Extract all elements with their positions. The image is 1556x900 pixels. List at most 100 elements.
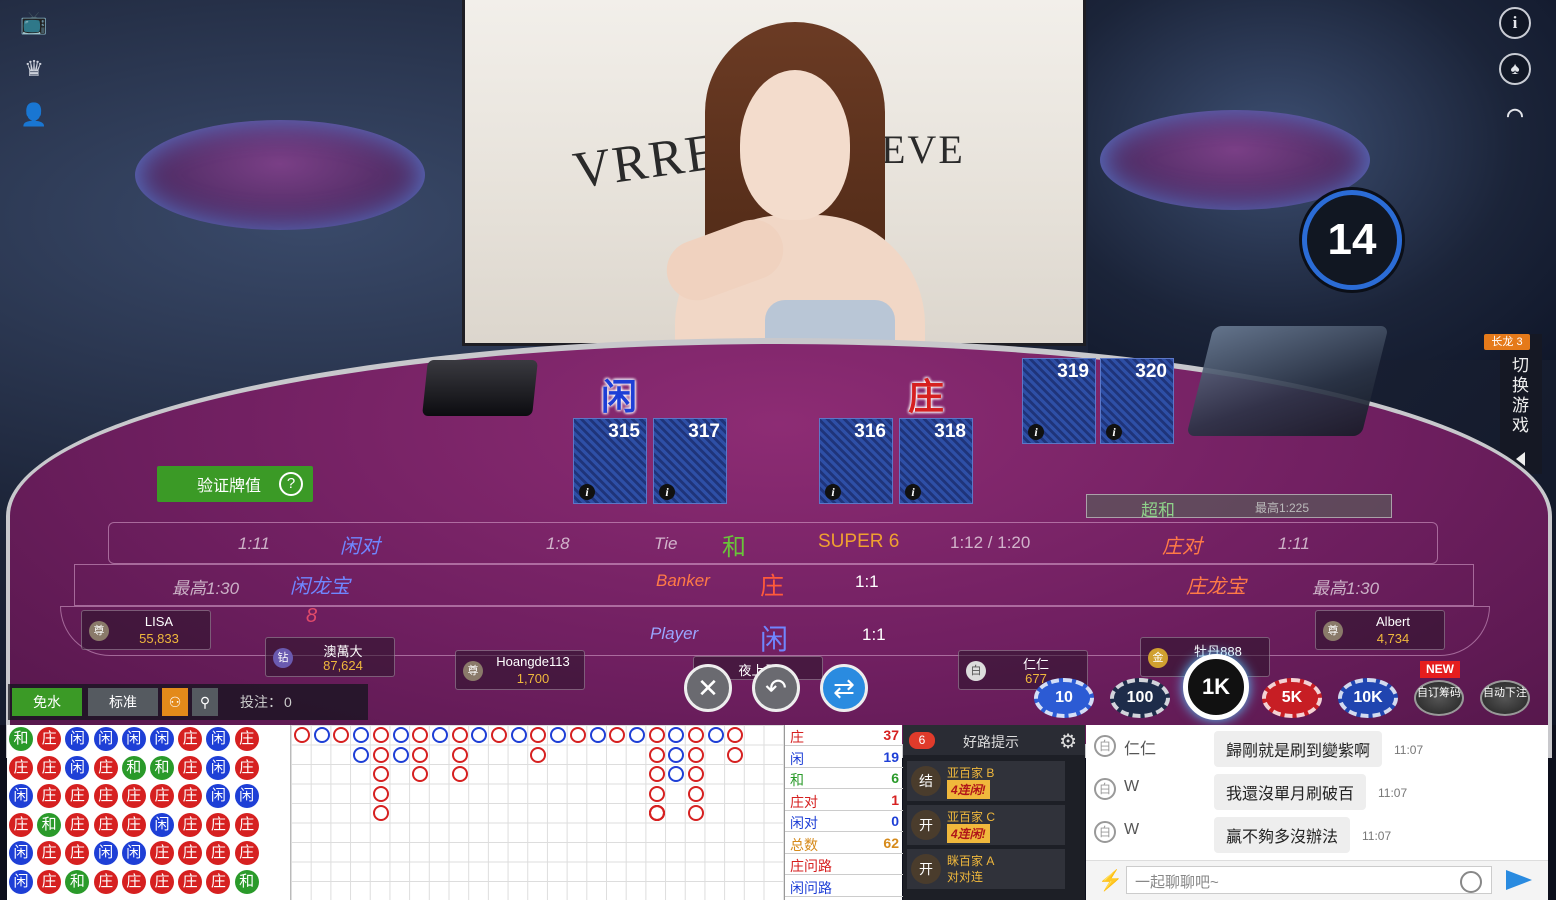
verify-card-value-button[interactable]: 验证牌值 ?: [157, 466, 313, 502]
chat-panel: 白仁仁 歸剛就是刷到變紫啊 11:07 白 W 我還沒單月刷破百 11:07 白 W 贏不夠多沒辦…: [1086, 725, 1548, 900]
banker-pair-bet[interactable]: 庄对: [1162, 530, 1202, 559]
bead-road-cell: 庄: [93, 755, 118, 780]
card-shoe: [1186, 326, 1389, 436]
stat-row: 和6: [785, 768, 903, 789]
bead-road-cell: 闲: [93, 727, 118, 751]
card-info-icon[interactable]: i: [905, 484, 921, 500]
bead-road-cell: 闲: [206, 784, 231, 808]
custom-chips-button[interactable]: 自订筹码: [1414, 680, 1464, 716]
bead-road-cell: 庄: [178, 727, 203, 751]
total-bet-label: 投注：: [240, 694, 282, 710]
super-six-bet[interactable]: SUPER 6: [818, 531, 899, 553]
lightning-icon[interactable]: ⚡: [1098, 868, 1123, 893]
bead-road-cell: 庄: [9, 755, 33, 780]
auto-bet-button[interactable]: 自动下注: [1480, 680, 1530, 716]
banker-dragon-bonus-bet[interactable]: 庄龙宝: [1186, 570, 1246, 599]
cancel-bet-button[interactable]: ✕: [684, 664, 732, 712]
card-info-icon[interactable]: i: [579, 484, 595, 500]
undo-button[interactable]: ↶: [752, 664, 800, 712]
tie-bet[interactable]: 和: [722, 527, 746, 562]
banker-card[interactable]: 316 i: [819, 418, 893, 504]
player-dragon-max: 最高1:30: [172, 579, 240, 598]
banker-label-en: Banker: [656, 571, 710, 590]
single-user-icon[interactable]: ⚲: [192, 688, 218, 716]
user-icon[interactable]: 👤: [10, 92, 58, 138]
card-info-icon[interactable]: i: [1028, 424, 1044, 440]
info-button[interactable]: i: [1488, 0, 1542, 46]
card-info-icon[interactable]: i: [659, 484, 675, 500]
big-road-mark: [372, 727, 389, 743]
big-road-mark: [648, 805, 665, 821]
stat-row[interactable]: 庄问路: [785, 854, 903, 875]
stat-row[interactable]: 闲问路: [785, 876, 903, 897]
player-seat: 尊 LISA 55,833: [81, 610, 211, 650]
big-road-mark: [451, 727, 468, 743]
banker-card[interactable]: 318 i: [899, 418, 973, 504]
road-maps: 和庄闲闲闲闲庄闲庄庄庄闲庄和和庄闲庄闲庄庄庄庄庄庄闲闲庄和庄庄庄闲庄庄庄闲庄庄闲…: [7, 725, 903, 900]
good-road-item[interactable]: 结亚百家 B 4连闲!: [907, 761, 1065, 801]
stat-row: 庄 37: [785, 725, 903, 746]
rebet-button[interactable]: ⇄: [820, 664, 868, 712]
big-road: [291, 725, 784, 900]
chat-time: 11:07: [1394, 743, 1424, 757]
chat-input[interactable]: 一起聊聊吧~: [1126, 866, 1492, 894]
big-road-mark: [412, 766, 429, 782]
tie-label-en: Tie: [654, 534, 678, 553]
stat-row: 庄对 1: [785, 790, 903, 811]
bead-road-cell: 庄: [65, 841, 90, 865]
chat-bubble: 我還沒單月刷破百: [1214, 774, 1367, 810]
big-road-mark: [668, 727, 685, 743]
extra-card[interactable]: 319 i: [1022, 358, 1096, 444]
tie-odds: 1:8: [546, 534, 570, 553]
super-tie-zone[interactable]: 超和 最高1:225: [1086, 494, 1392, 520]
bead-road-cell: 庄: [93, 784, 118, 808]
standard-button[interactable]: 标准: [88, 688, 158, 716]
player-pair-odds: 1:11: [238, 534, 270, 553]
bead-road-cell: 庄: [206, 812, 231, 837]
chip-1k[interactable]: 1K: [1183, 654, 1249, 720]
good-road-item[interactable]: 开亚百家 C 4连闲!: [907, 805, 1065, 845]
card-info-icon[interactable]: i: [825, 484, 841, 500]
tv-icon[interactable]: 📺: [10, 0, 58, 46]
bead-road-cell: 和: [121, 755, 146, 780]
chip-100[interactable]: 100: [1110, 678, 1170, 718]
good-road-item[interactable]: 开眯百家 A 对对连: [907, 849, 1065, 889]
extra-card[interactable]: 320 i: [1100, 358, 1174, 444]
free-commission-button[interactable]: 免水: [12, 688, 82, 716]
stat-label: 闲对: [790, 815, 818, 831]
send-icon[interactable]: [1506, 870, 1532, 890]
chip-10[interactable]: 10: [1034, 678, 1094, 718]
avatar: 白: [1094, 821, 1116, 843]
chat-message: 白 W 贏不夠多沒辦法 11:07: [1086, 815, 1548, 855]
lobby-button[interactable]: ♠: [1488, 46, 1542, 92]
banker-bet[interactable]: 庄: [760, 566, 784, 601]
repeat-icon: ⇄: [833, 672, 855, 703]
big-road-mark: [648, 766, 665, 782]
chip-10k[interactable]: 10K: [1338, 678, 1398, 718]
stat-value: 6: [891, 770, 899, 786]
emoji-icon[interactable]: [1460, 871, 1482, 893]
crown-icon[interactable]: ♛: [10, 46, 58, 92]
player-card[interactable]: 315 i: [573, 418, 647, 504]
switch-game-panel[interactable]: 长龙 3 切换游戏: [1484, 334, 1542, 474]
bead-road-cell: 闲: [121, 727, 146, 751]
bead-road-cell: 庄: [206, 869, 231, 894]
player-bet[interactable]: 闲: [760, 618, 788, 658]
group-icon[interactable]: ⚇: [162, 688, 188, 716]
network-button[interactable]: ◠: [1488, 92, 1542, 138]
player-pair-bet[interactable]: 闲对: [340, 530, 380, 559]
card-info-icon[interactable]: i: [1106, 424, 1122, 440]
discard-tray: [422, 360, 538, 416]
chip-5k[interactable]: 5K: [1262, 678, 1322, 718]
bead-road-cell: 庄: [234, 727, 259, 751]
big-road-mark: [412, 746, 429, 763]
bead-road-cell: 庄: [65, 812, 90, 837]
bead-road-cell: 闲: [93, 841, 118, 865]
help-icon[interactable]: ?: [279, 472, 303, 496]
stat-value: 1: [891, 791, 899, 808]
player-card[interactable]: 317 i: [653, 418, 727, 504]
gear-icon[interactable]: ⚙: [1059, 729, 1077, 754]
big-road-mark: [648, 746, 665, 763]
big-road-mark: [471, 727, 488, 743]
player-dragon-bonus-bet[interactable]: 闲龙宝: [290, 570, 350, 599]
